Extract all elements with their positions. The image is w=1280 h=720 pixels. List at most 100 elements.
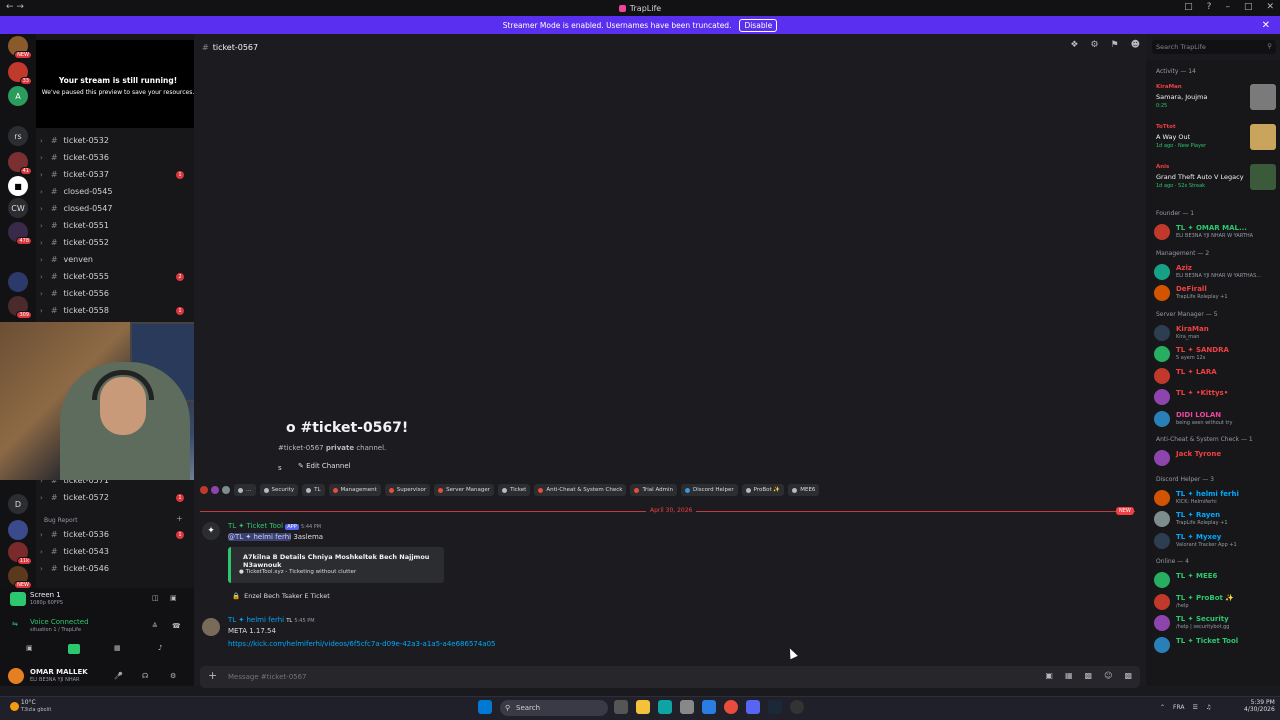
channel-item[interactable]: › # ticket-0552 — [36, 234, 194, 251]
channel-item[interactable]: › # ticket-0536 1 — [36, 526, 194, 543]
volume-icon[interactable]: ♫ — [1206, 704, 1211, 711]
voice-status[interactable]: Voice Connected — [30, 618, 89, 626]
minimize-icon[interactable]: – — [1225, 2, 1230, 12]
helmi-avatar[interactable] — [202, 618, 220, 636]
popout-icon[interactable]: ◫ — [152, 594, 159, 602]
screen-share-button[interactable] — [68, 644, 80, 654]
member-item[interactable]: TL ✦ LARA — [1154, 366, 1276, 386]
member-item[interactable]: Aziz ELI BE3NA YJI NHAR W YARTHAS... — [1154, 262, 1276, 282]
server-icon[interactable]: NEW — [8, 566, 32, 589]
role-pill[interactable]: Ticket — [498, 484, 531, 496]
channel-item[interactable]: › # ticket-0555 2 — [36, 268, 194, 285]
role-pill[interactable]: Anti-Cheat & System Check — [534, 484, 627, 496]
taskbar-clock[interactable]: 5:39 PM 4/30/2026 — [1244, 699, 1275, 713]
role-pill[interactable]: … — [234, 484, 256, 496]
store-icon[interactable] — [680, 700, 694, 714]
member-item[interactable]: TL ✦ Security/help | securitybot.gg — [1154, 613, 1276, 633]
close-ticket-button[interactable]: 🔒 Enzel Bech Tsaker E Ticket — [232, 589, 332, 602]
member-item[interactable]: TL ✦ Ticket Tool — [1154, 635, 1276, 655]
role-pill[interactable]: Security — [259, 484, 299, 496]
server-icon[interactable]: 309 — [8, 296, 32, 319]
role-pill[interactable]: Supervisor — [384, 484, 431, 496]
ticket-tool-avatar[interactable]: ✦ — [202, 522, 220, 540]
obs-icon[interactable] — [790, 700, 804, 714]
server-icon[interactable]: 41 — [8, 152, 32, 175]
member-item[interactable]: TL ✦ ProBot ✨/help — [1154, 592, 1276, 612]
member-item[interactable]: TL ✦ OMAR MAL... ELI BE3NA YJI NHAR W YAR… — [1154, 222, 1276, 242]
start-icon[interactable] — [478, 700, 492, 714]
gift-icon[interactable]: ▣ — [1045, 671, 1053, 680]
role-pill[interactable]: Discord Helper — [681, 484, 738, 496]
chrome-icon[interactable] — [724, 700, 738, 714]
weather-widget[interactable]: 10°C T3izla gbolit — [10, 699, 51, 714]
channel-item[interactable]: › # ticket-0558 1 — [36, 302, 194, 319]
channel-item[interactable]: › # closed-0545 — [36, 183, 194, 200]
channel-item[interactable]: › # ticket-0536 — [36, 149, 194, 166]
server-icon[interactable]: ■ — [8, 176, 28, 196]
threads-icon[interactable]: ❖ — [1070, 40, 1078, 50]
role-pill[interactable]: Trial Admin — [630, 484, 677, 496]
user-avatar[interactable] — [8, 668, 24, 684]
task-view-icon[interactable] — [614, 700, 628, 714]
help-icon[interactable]: ? — [1207, 2, 1212, 12]
server-icon[interactable]: 33 — [8, 62, 32, 85]
server-icon[interactable]: A — [8, 86, 28, 106]
member-item[interactable]: TL ✦ MEE6 — [1154, 570, 1276, 590]
back-icon[interactable]: ← → — [6, 2, 24, 12]
add-channel-icon[interactable]: + — [176, 514, 183, 523]
file-explorer-icon[interactable] — [636, 700, 650, 714]
channel-item[interactable]: › # venven — [36, 251, 194, 268]
message-link[interactable]: https://kick.com/helmiferhi/videos/6f5cf… — [228, 640, 496, 648]
sticker-icon[interactable]: ▩ — [1085, 671, 1093, 680]
user-mention[interactable]: @TL ✦ helmi ferhi — [228, 533, 292, 541]
settings-icon[interactable]: ⚙ — [170, 672, 176, 680]
channel-item[interactable]: › # ticket-0546 — [36, 560, 194, 577]
role-pill[interactable]: Management — [328, 484, 381, 496]
channel-item[interactable]: › # closed-0547 — [36, 200, 194, 217]
emoji-icon[interactable]: ☺ — [1104, 671, 1112, 680]
mic-icon[interactable]: 🎤 — [114, 672, 123, 680]
pin-icon[interactable]: ⚑ — [1111, 40, 1119, 50]
soundboard-icon[interactable]: ♪ — [158, 644, 162, 652]
server-icon[interactable]: 478 — [8, 222, 32, 245]
noise-icon[interactable]: ≙ — [152, 622, 158, 630]
server-icon[interactable]: D — [8, 494, 28, 514]
wifi-icon[interactable]: ☰ — [1193, 704, 1198, 711]
activity-card[interactable]: Anis Grand Theft Auto V Legacy 1d ago · 52… — [1154, 164, 1276, 200]
search-input[interactable]: Search TrapLife ⚲ — [1152, 40, 1276, 54]
server-icon[interactable]: CW — [8, 198, 28, 218]
add-attachment-icon[interactable]: + — [208, 669, 217, 682]
channel-item[interactable]: › # ticket-0551 — [36, 217, 194, 234]
member-item[interactable]: DIDI LOLAN being seen without try — [1154, 409, 1276, 429]
disable-streamer-button[interactable]: Disable — [739, 18, 778, 32]
server-icon[interactable]: rs — [8, 126, 28, 146]
edge-icon[interactable] — [658, 700, 672, 714]
close-banner-icon[interactable]: ✕ — [1262, 20, 1270, 31]
disconnect-icon[interactable]: ☎ — [172, 622, 181, 630]
member-item[interactable]: TL ✦ Rayen TrapLife Roleplay +1 — [1154, 509, 1276, 529]
gif-icon[interactable]: ▦ — [1065, 671, 1073, 680]
activity-card[interactable]: KiraMan Samara, Joujma 0:25 — [1154, 84, 1276, 120]
headset-icon[interactable]: ☊ — [142, 672, 148, 680]
user-name[interactable]: OMAR MALLEK — [30, 668, 88, 676]
role-pill[interactable]: MEE6 — [788, 484, 820, 496]
activity-card[interactable]: ToTtot A Way Out 1d ago · New Player — [1154, 124, 1276, 160]
tray-arrow-icon[interactable]: ⌃ — [1160, 704, 1165, 711]
role-pill[interactable]: TL — [302, 484, 325, 496]
discord-taskbar-icon[interactable] — [746, 700, 760, 714]
edit-channel-button[interactable]: ✎ Edit Channel — [298, 462, 351, 470]
member-item[interactable]: TL ✦ Myxey Valorant Tracker App +1 — [1154, 531, 1276, 551]
inbox-icon[interactable]: □ — [1184, 2, 1193, 12]
message-author[interactable]: TL ✦ helmi ferhi TL 5:45 PM — [228, 616, 315, 624]
server-icon[interactable] — [8, 272, 28, 292]
member-item[interactable]: TL ✦ helmi ferhi KICK: Helmiferhi — [1154, 488, 1276, 508]
notification-bell-icon[interactable]: ⚙ — [1090, 40, 1098, 50]
member-item[interactable]: Jack Tyrone — [1154, 448, 1276, 468]
channel-item[interactable]: › # ticket-0537 1 — [36, 166, 194, 183]
language-indicator[interactable]: FRA — [1173, 704, 1184, 711]
mail-icon[interactable] — [702, 700, 716, 714]
activities-icon[interactable]: ▦ — [114, 644, 121, 652]
member-item[interactable]: TL ✦ •Kittys• — [1154, 387, 1276, 407]
role-pill[interactable]: ProBot ✨ — [741, 484, 785, 496]
camera-icon[interactable]: ▣ — [26, 644, 33, 652]
